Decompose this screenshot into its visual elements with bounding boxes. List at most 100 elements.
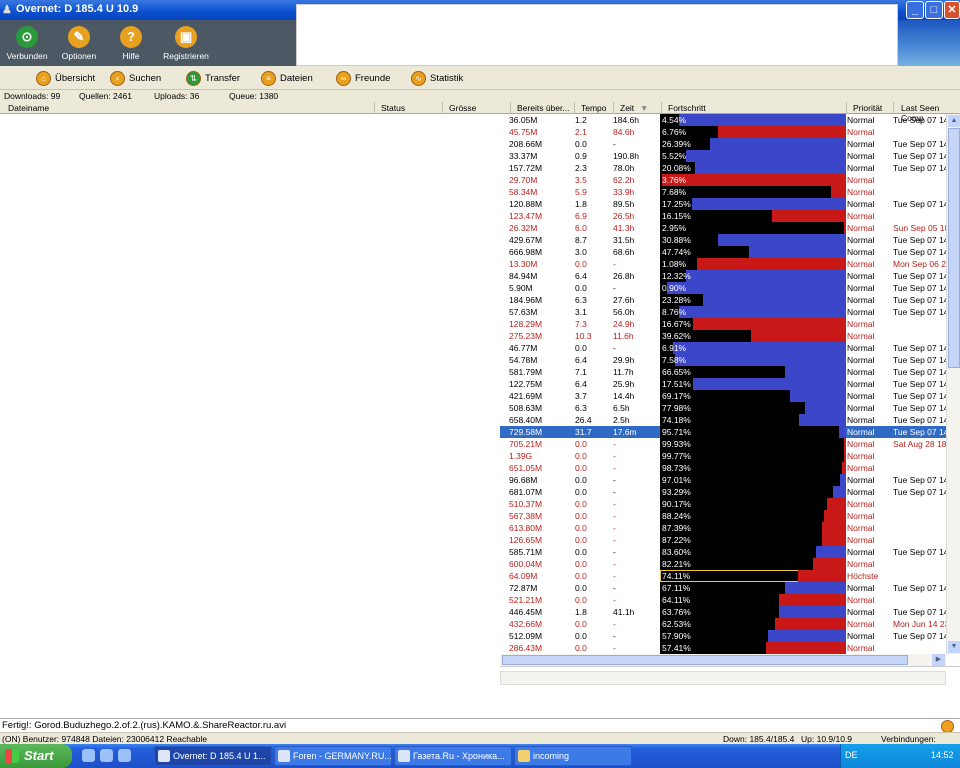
table-row[interactable]: 567.38M 0.0 - 88.24% Normal: [500, 510, 946, 522]
col-filename[interactable]: Dateiname: [8, 103, 49, 113]
scroll-thumb[interactable]: [948, 128, 960, 368]
help-button[interactable]: ? Hilfe: [108, 24, 154, 61]
start-button[interactable]: Start: [0, 744, 72, 768]
col-time[interactable]: Zeit: [620, 103, 634, 113]
table-row[interactable]: 1.39G 0.0 - 99.77% Normal: [500, 450, 946, 462]
time-cell: -: [613, 559, 616, 569]
table-row[interactable]: 600.04M 0.0 - 82.21% Normal: [500, 558, 946, 570]
table-row[interactable]: 429.67M 8.7 31.5h 30.88% Normal Tue Sep 07 14: [500, 234, 946, 246]
table-row[interactable]: 705.21M 0.0 - 99.93% Normal Sat Aug 28 18: [500, 438, 946, 450]
table-row[interactable]: 585.71M 0.0 - 83.60% Normal Tue Sep 07 14: [500, 546, 946, 558]
table-row[interactable]: 286.43M 0.0 - 57.41% Normal: [500, 642, 946, 654]
progress-bar: 47.74%: [660, 246, 846, 258]
table-row[interactable]: 184.96M 6.3 27.6h 23.28% Normal Tue Sep 07 14: [500, 294, 946, 306]
table-row[interactable]: 29.70M 3.5 62.2h 3.76% Normal: [500, 174, 946, 186]
tab-friends[interactable]: ∞ Freunde: [336, 71, 390, 86]
table-row[interactable]: 651.05M 0.0 - 98.73% Normal: [500, 462, 946, 474]
close-button[interactable]: ✕: [944, 1, 960, 19]
tab-transfer[interactable]: ⇅ Transfer: [186, 71, 240, 86]
progress-bar: 74.18%: [660, 414, 846, 426]
table-row[interactable]: 54.78M 6.4 29.9h 7.58% Normal Tue Sep 07 14: [500, 354, 946, 366]
table-row[interactable]: 275.23M 10.3 11.6h 39.62% Normal: [500, 330, 946, 342]
table-row[interactable]: 36.05M 1.2 184.6h 4.54% Normal Tue Sep 07 14: [500, 114, 946, 126]
task-gazeta[interactable]: Газета.Ru - Хроника...: [394, 746, 512, 766]
table-row[interactable]: 122.75M 6.4 25.9h 17.51% Normal Tue Sep 07 14: [500, 378, 946, 390]
table-row[interactable]: 33.37M 0.9 190.8h 5.52% Normal Tue Sep 07 14: [500, 150, 946, 162]
table-row[interactable]: 120.88M 1.8 89.5h 17.25% Normal Tue Sep 07 14: [500, 198, 946, 210]
tab-overview[interactable]: ⌂ Übersicht: [36, 71, 95, 86]
hscroll-thumb[interactable]: [502, 655, 908, 665]
table-row[interactable]: 432.66M 0.0 - 62.53% Normal Mon Jun 14 23: [500, 618, 946, 630]
table-row[interactable]: 421.69M 3.7 14.4h 69.17% Normal Tue Sep 07 14: [500, 390, 946, 402]
minimize-button[interactable]: _: [906, 1, 924, 19]
table-row[interactable]: 521.21M 0.0 - 64.11% Normal: [500, 594, 946, 606]
table-row[interactable]: 26.32M 6.0 41.3h 2.95% Normal Sun Sep 05 18: [500, 222, 946, 234]
table-row[interactable]: 13.30M 0.0 - 1.08% Normal Mon Sep 06 22: [500, 258, 946, 270]
col-status[interactable]: Status: [381, 103, 405, 113]
table-row[interactable]: 157.72M 2.3 78.0h 20.08% Normal Tue Sep 07 14: [500, 162, 946, 174]
clock[interactable]: 14:52: [931, 750, 954, 760]
options-button[interactable]: ✎ Optionen: [56, 24, 102, 61]
table-row[interactable]: 510.37M 0.0 - 90.17% Normal: [500, 498, 946, 510]
table-row[interactable]: 58.34M 5.9 33.9h 7.68% Normal: [500, 186, 946, 198]
col-transferred[interactable]: Bereits über...: [517, 103, 569, 113]
table-row[interactable]: 208.66M 0.0 - 26.39% Normal Tue Sep 07 14: [500, 138, 946, 150]
table-row[interactable]: 681.07M 0.0 - 93.29% Normal Tue Sep 07 14: [500, 486, 946, 498]
speed-cell: 3.1: [575, 307, 587, 317]
last-seen-cell: Tue Sep 07 14: [893, 607, 946, 617]
table-row[interactable]: 57.63M 3.1 56.0h 8.76% Normal Tue Sep 07 14: [500, 306, 946, 318]
sources-count: Quellen: 2461: [79, 91, 132, 101]
col-progress[interactable]: Fortschritt: [668, 103, 706, 113]
progress-percent: 69.17%: [662, 391, 691, 401]
maximize-button[interactable]: □: [925, 1, 943, 19]
col-size[interactable]: Grösse: [449, 103, 476, 113]
table-row[interactable]: 84.94M 6.4 26.8h 12.32% Normal Tue Sep 07 14: [500, 270, 946, 282]
quicklaunch-icon[interactable]: [118, 749, 131, 762]
scroll-down-icon[interactable]: ▼: [948, 641, 960, 653]
quicklaunch-icon[interactable]: [82, 749, 95, 762]
register-button[interactable]: ▣ Registrieren: [160, 24, 212, 61]
task-overnet[interactable]: Overnet: D 185.4 U 1...: [154, 746, 272, 766]
table-row[interactable]: 581.79M 7.1 11.7h 66.65% Normal Tue Sep 07 14: [500, 366, 946, 378]
language-indicator[interactable]: DE: [845, 750, 858, 760]
progress-bar: 39.62%: [660, 330, 846, 342]
table-row[interactable]: 64.09M 0.0 - 74.11% Höchste: [500, 570, 946, 582]
time-cell: 14.4h: [613, 391, 635, 401]
scroll-right-icon[interactable]: ▶: [932, 654, 945, 666]
time-cell: 41.3h: [613, 223, 635, 233]
table-row[interactable]: 126.65M 0.0 - 87.22% Normal: [500, 534, 946, 546]
table-row[interactable]: 508.63M 6.3 6.5h 77.98% Normal Tue Sep 07 14: [500, 402, 946, 414]
table-row[interactable]: 96.68M 0.0 - 97.01% Normal Tue Sep 07 14: [500, 474, 946, 486]
progress-bar: 1.08%: [660, 258, 846, 270]
table-row[interactable]: 613.80M 0.0 - 87.39% Normal: [500, 522, 946, 534]
table-row[interactable]: 123.47M 6.9 26.5h 16.15% Normal: [500, 210, 946, 222]
quicklaunch-icon[interactable]: [100, 749, 113, 762]
vertical-scrollbar[interactable]: ▲ ▼: [946, 114, 960, 654]
time-cell: 31.5h: [613, 235, 635, 245]
table-row[interactable]: 658.40M 26.4 2.5h 74.18% Normal Tue Sep 07 14: [500, 414, 946, 426]
col-priority[interactable]: Priorität: [853, 103, 882, 113]
connect-button[interactable]: ⊙ Verbunden: [4, 24, 50, 61]
tab-statistics[interactable]: ∿ Statistik: [411, 71, 463, 86]
task-incoming[interactable]: incoming: [514, 746, 632, 766]
table-row[interactable]: 72.87M 0.0 - 67.11% Normal Tue Sep 07 14: [500, 582, 946, 594]
table-row[interactable]: 5.90M 0.0 - 0.90% Normal Tue Sep 07 14: [500, 282, 946, 294]
table-row[interactable]: 729.58M 31.7 17.6m 95.71% Normal Tue Sep 07 1…: [500, 426, 946, 438]
progress-remaining: [816, 546, 846, 558]
table-row[interactable]: 46.77M 0.0 - 6.91% Normal Tue Sep 07 14: [500, 342, 946, 354]
table-row[interactable]: 512.09M 0.0 - 57.90% Normal Tue Sep 07 14: [500, 630, 946, 642]
progress-remaining: [824, 510, 846, 522]
task-forum[interactable]: Foren - GERMANY.RU...: [274, 746, 392, 766]
tab-search[interactable]: ⌕ Suchen: [110, 71, 161, 86]
download-list[interactable]: 36.05M 1.2 184.6h 4.54% Normal Tue Sep 07 14 4…: [500, 114, 946, 654]
table-row[interactable]: 666.98M 3.0 68.6h 47.74% Normal Tue Sep 07 14: [500, 246, 946, 258]
scroll-up-icon[interactable]: ▲: [948, 115, 960, 127]
col-speed[interactable]: Tempo: [581, 103, 607, 113]
horizontal-scrollbar[interactable]: ▶: [500, 654, 946, 666]
time-cell: 26.8h: [613, 271, 635, 281]
table-row[interactable]: 45.75M 2.1 84.6h 6.76% Normal: [500, 126, 946, 138]
table-row[interactable]: 446.45M 1.8 41.1h 63.76% Normal Tue Sep 07 14: [500, 606, 946, 618]
time-cell: 17.6m: [613, 427, 637, 437]
tab-files[interactable]: ≡ Dateien: [261, 71, 313, 86]
table-row[interactable]: 128.29M 7.3 24.9h 16.67% Normal: [500, 318, 946, 330]
